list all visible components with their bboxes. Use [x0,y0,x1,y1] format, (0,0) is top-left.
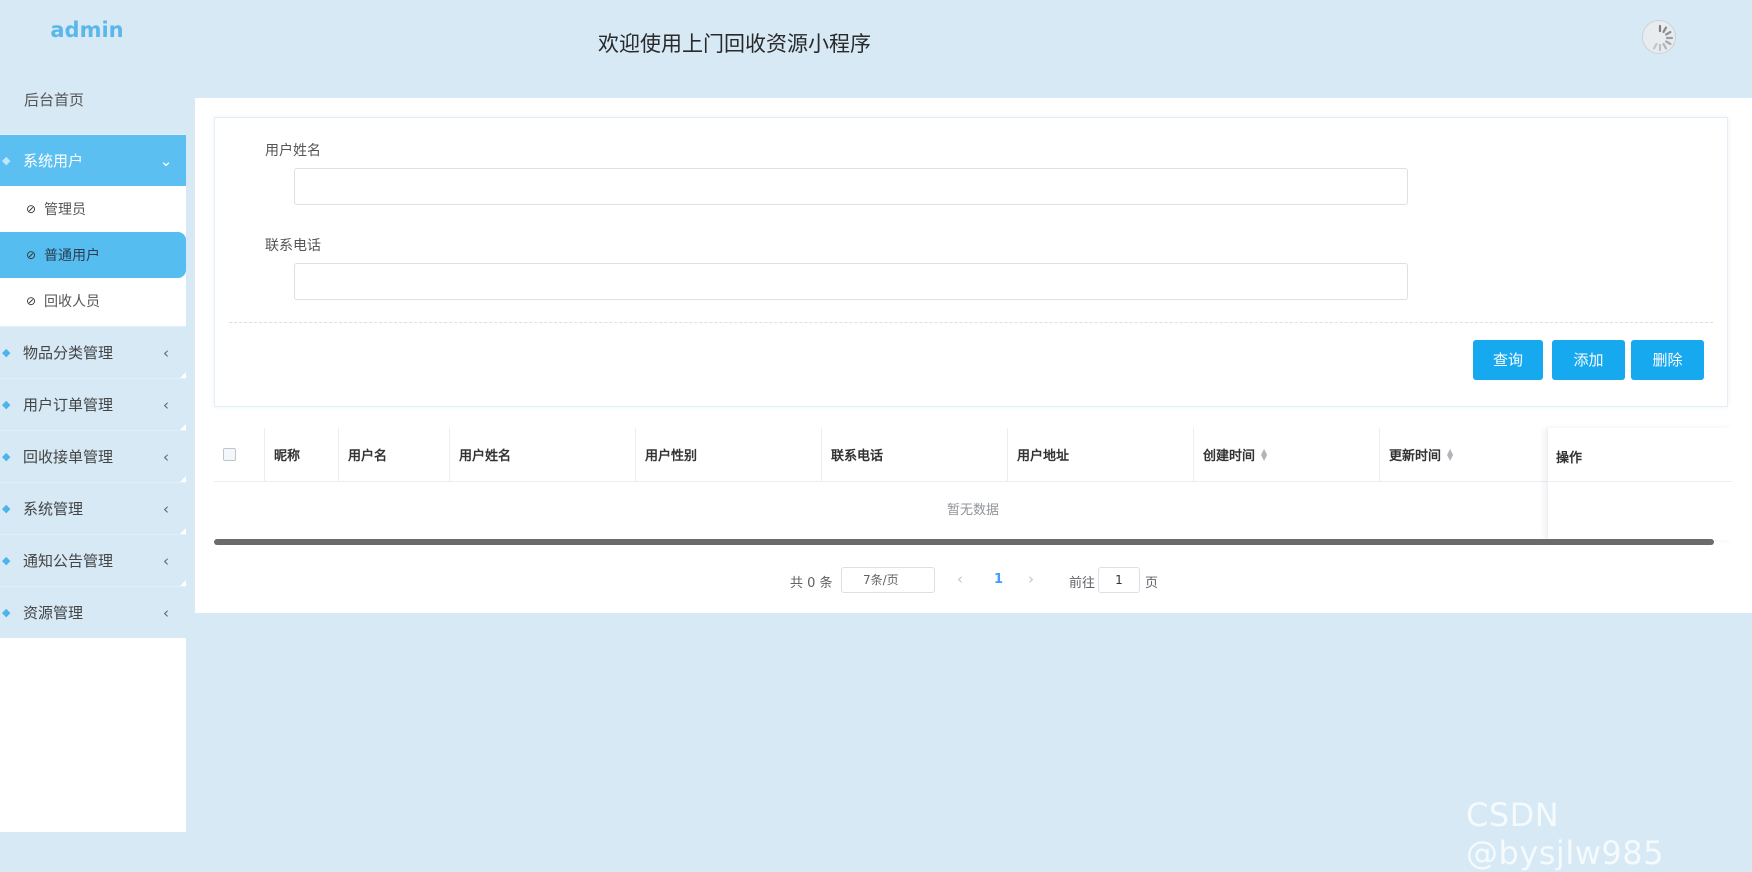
sidebar-group-label: 回收接单管理 [23,448,114,466]
column-header: 用户名 [338,427,449,482]
diamond-icon: ◆ [2,554,11,567]
prev-page-icon[interactable]: ‹ [957,570,963,588]
chevron-left-icon: ‹ [163,447,169,466]
sidebar-item-normal-user[interactable]: ⊘ 普通用户 [0,232,186,278]
sidebar: admin 后台首页 ◆ 系统用户 ⌄ ⊘ 管理员 ⊘ 普通用户 ⊘ 回收人员 … [0,0,186,832]
check-circle-icon: ⊘ [26,202,37,216]
sidebar-empty-area [0,638,186,827]
column-header: 用户地址 [1007,427,1193,482]
sidebar-group-user-orders[interactable]: ◆ 用户订单管理 ‹ [0,378,186,430]
query-button[interactable]: 查询 [1473,340,1543,380]
diamond-icon: ◆ [2,450,11,463]
page-title: 欢迎使用上门回收资源小程序 [598,32,871,56]
submenu: ⊘ 管理员 ⊘ 普通用户 ⊘ 回收人员 [0,186,186,326]
page-number-current[interactable]: 1 [994,572,1003,587]
sidebar-group-label: 系统用户 [23,152,84,170]
sidebar-group-label: 物品分类管理 [23,344,114,362]
main-panel: 用户姓名 联系电话 查询 添加 删除 昵称 用户名 用户姓名 用户性别 联系电话… [195,98,1752,613]
sidebar-groups: ◆ 物品分类管理 ‹ ◆ 用户订单管理 ‹ ◆ 回收接单管理 ‹ ◆ 系统管理 … [0,326,186,638]
sidebar-group-system-management[interactable]: ◆ 系统管理 ‹ [0,482,186,534]
chevron-down-icon: ⌄ [159,151,173,170]
diamond-icon: ◆ [2,502,11,515]
goto-page-input[interactable]: 1 [1098,567,1140,593]
sidebar-group-resource[interactable]: ◆ 资源管理 ‹ [0,586,186,638]
column-header-created[interactable]: 创建时间 ▲ ▼ [1193,427,1379,482]
name-label: 用户姓名 [265,143,321,159]
diamond-icon: ◆ [2,346,11,359]
sidebar-item-recycler[interactable]: ⊘ 回收人员 [0,278,186,324]
sidebar-group-item-category[interactable]: ◆ 物品分类管理 ‹ [0,326,186,378]
phone-input[interactable] [294,263,1408,300]
empty-text: 暂无数据 [946,503,999,518]
name-input[interactable] [294,168,1408,205]
column-header-ops: 操作 [1556,451,1583,466]
watermark: CSDN @bysjlw985 [1466,796,1664,872]
horizontal-scrollbar[interactable] [214,539,1714,545]
sidebar-group-system-users[interactable]: ◆ 系统用户 ⌄ [0,134,186,186]
sidebar-group-recycle-accept[interactable]: ◆ 回收接单管理 ‹ [0,430,186,482]
search-form: 用户姓名 联系电话 查询 添加 删除 [214,117,1728,407]
chevron-left-icon: ‹ [163,499,169,518]
select-all-cell [214,428,264,482]
delete-button[interactable]: 删除 [1631,340,1704,380]
column-header: 用户姓名 [449,427,635,482]
check-circle-icon: ⊘ [26,294,37,308]
divider [229,322,1713,323]
column-header-label: 创建时间 [1203,449,1256,464]
sidebar-item-label: 管理员 [44,202,86,218]
sidebar-item-admin[interactable]: ⊘ 管理员 [0,186,186,232]
chevron-left-icon: ‹ [163,603,169,622]
chevron-left-icon: ‹ [163,343,169,362]
column-header: 用户性别 [635,427,821,482]
next-page-icon[interactable]: › [1028,570,1034,588]
sidebar-group-label: 系统管理 [23,500,84,518]
select-all-checkbox[interactable] [223,448,236,461]
sort-icon[interactable]: ▲ ▼ [1261,447,1267,461]
phone-label: 联系电话 [265,238,321,254]
sidebar-group-notice[interactable]: ◆ 通知公告管理 ‹ [0,534,186,586]
column-header-label: 更新时间 [1389,449,1442,464]
goto-label: 前往 [1069,576,1096,591]
sort-icon[interactable]: ▲ ▼ [1447,447,1453,461]
add-button[interactable]: 添加 [1552,340,1625,380]
sidebar-item-label: 普通用户 [44,248,100,264]
table-header: 昵称 用户名 用户姓名 用户性别 联系电话 用户地址 创建时间 ▲ ▼ 更新时间 … [214,427,1732,482]
sidebar-group-label: 资源管理 [23,604,84,622]
avatar[interactable] [1642,20,1676,54]
diamond-icon: ◆ [2,154,11,167]
column-header: 联系电话 [821,427,1007,482]
loading-spinner-icon [1652,24,1674,52]
check-circle-icon: ⊘ [26,248,37,262]
column-header-updated[interactable]: 更新时间 ▲ ▼ [1379,427,1546,482]
column-header: 昵称 [264,427,338,482]
sidebar-item-label: 回收人员 [44,294,100,310]
pagination-total: 共 0 条 [790,576,833,591]
logo: admin [0,0,186,58]
chevron-left-icon: ‹ [163,551,169,570]
sidebar-item-home[interactable]: 后台首页 [0,58,186,134]
diamond-icon: ◆ [2,606,11,619]
diamond-icon: ◆ [2,398,11,411]
page-size-select[interactable]: 7条/页 [841,567,935,593]
chevron-left-icon: ‹ [163,395,169,414]
page-suffix: 页 [1145,576,1159,591]
sidebar-group-label: 用户订单管理 [23,396,114,414]
sidebar-group-label: 通知公告管理 [23,552,114,570]
